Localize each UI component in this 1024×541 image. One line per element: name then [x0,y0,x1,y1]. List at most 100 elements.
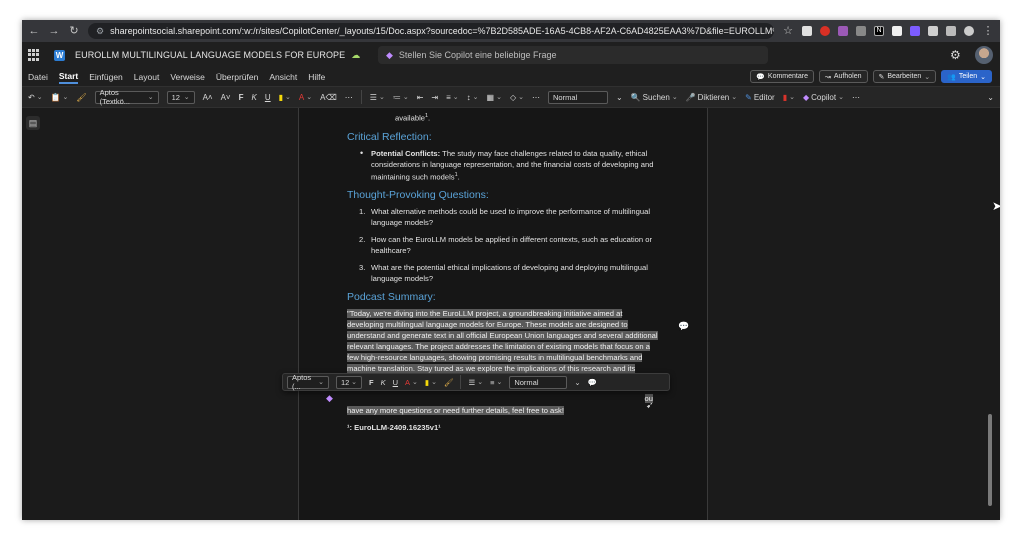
align-icon[interactable]: ≡ ⌄ [490,378,502,387]
list-item[interactable]: Potential Conflicts: The study may face … [360,148,659,183]
closing-paragraph[interactable]: ou have any more questions or need furth… [347,394,659,416]
style-select[interactable]: Normal [548,90,608,104]
extension-icon[interactable] [820,26,830,36]
back-icon[interactable]: ← [28,20,40,42]
addin-icon[interactable]: ▮ ⌄ [783,93,795,102]
shading-icon[interactable]: ◇ ⌄ [510,93,524,102]
vertical-scrollbar[interactable] [988,414,992,506]
undo-icon[interactable]: ↶ ⌄ [28,93,43,102]
site-settings-icon[interactable]: ⚙ [96,26,104,37]
editor-button[interactable]: ✎ Editor [745,93,775,102]
add-comment-icon[interactable]: 💬 [678,321,689,332]
tab-ueberpruefen[interactable]: Überprüfen [216,72,259,82]
clear-format-icon[interactable]: A⌫ [320,93,337,102]
format-painter-icon[interactable]: 🖌 [76,93,86,102]
borders-icon[interactable]: ▦ ⌄ [487,93,502,102]
sidepanel-icon[interactable] [946,26,956,36]
document-page[interactable]: available1. Critical Reflection: Potenti… [298,108,708,520]
copilot-button[interactable]: ◆ Copilot ⌄ [803,93,844,102]
font-size-select[interactable]: 12 ⌄ [336,375,362,389]
paragraph-fragment[interactable]: available1. [347,111,659,124]
chevron-down-icon[interactable]: ⌄ [987,93,994,102]
document-title[interactable]: EUROLLM MULTILINGUAL LANGUAGE MODELS FOR… [75,50,345,60]
more-menu-icon[interactable]: ⋮ [982,20,994,42]
forward-icon[interactable]: → [48,20,60,42]
more-icon[interactable]: ⋯ [345,93,353,102]
notion-icon[interactable]: N [874,26,884,36]
numbering-icon[interactable]: ≔ ⌄ [393,93,409,102]
format-painter-icon[interactable]: 🖌 [444,378,454,387]
profile-icon[interactable] [964,26,974,36]
list-item[interactable]: 1. What alternative methods could be used… [359,206,659,228]
extension-icon[interactable] [856,26,866,36]
heading-podcast-summary[interactable]: Podcast Summary: [347,292,659,303]
font-color-icon[interactable]: A ⌄ [405,378,418,387]
font-size-select[interactable]: 12 ⌄ [166,90,195,104]
extension-icon[interactable] [838,26,848,36]
list-item[interactable]: 2. How can the EuroLLM models be applied … [359,234,659,256]
style-select[interactable]: Normal [509,375,568,389]
extension-icon[interactable] [892,26,902,36]
dictate-button[interactable]: 🎤 Diktieren ⌄ [686,93,737,102]
find-button[interactable]: 🔍 Suchen ⌄ [631,93,678,102]
chevron-down-icon[interactable]: ⌄ [616,93,623,102]
tab-ansicht[interactable]: Ansicht [269,72,297,82]
list-item[interactable]: 3. What are the potential ethical implica… [359,262,659,284]
footnote[interactable]: ¹: EuroLLM-2409.16235v1¹ [347,422,659,433]
tab-einfuegen[interactable]: Einfügen [89,72,123,82]
numbered-list: 1. What alternative methods could be used… [347,206,659,284]
avatar[interactable] [975,46,993,64]
italic-button[interactable]: K [252,93,257,102]
indent-icon[interactable]: ⇥ [431,93,438,102]
mouse-pointer-icon: ➤ [992,199,1000,213]
tab-start[interactable]: Start [58,71,79,84]
copilot-icon[interactable]: ◆ [326,393,336,403]
font-color-icon[interactable]: A ⌄ [299,93,312,102]
bullets-icon[interactable]: ☰ ⌄ [370,93,385,102]
more-icon[interactable]: ⋯ [532,93,540,102]
align-icon[interactable]: ≡ ⌄ [446,93,459,102]
ribbon-tabs: Datei Start Einfügen Layout Verweise Übe… [22,68,1000,86]
saved-status-icon: ☁ [351,49,361,60]
tab-layout[interactable]: Layout [134,72,160,82]
extensions-puzzle-icon[interactable] [928,26,938,36]
tab-verweise[interactable]: Verweise [170,72,205,82]
extension-icon[interactable] [910,26,920,36]
new-comment-icon[interactable]: 💬 [588,378,597,387]
bold-button[interactable]: F [369,378,374,387]
italic-button[interactable]: K [381,378,386,387]
outdent-icon[interactable]: ⇤ [417,93,424,102]
bookmark-star-icon[interactable]: ☆ [782,20,794,42]
shrink-font-icon[interactable]: A˅ [221,93,231,102]
more-icon[interactable]: ⋯ [852,93,860,102]
underline-button[interactable]: U [393,378,398,387]
editing-mode-button[interactable]: ✎ Bearbeiten ⌄ [872,70,937,83]
font-family-select[interactable]: Aptos (Textkö... ⌄ [94,88,159,106]
comments-button[interactable]: 💬 Kommentare [750,70,814,83]
clipboard-icon[interactable]: 📋 ⌄ [51,93,69,102]
heading-thought-questions[interactable]: Thought-Provoking Questions: [347,190,659,201]
highlight-icon[interactable]: ▮ ⌄ [279,93,291,102]
line-spacing-icon[interactable]: ↕ ⌄ [467,93,479,102]
chevron-down-icon[interactable]: ⌄ [574,378,580,387]
gear-icon[interactable]: ⚙ [950,48,961,62]
underline-button[interactable]: U [265,93,271,102]
navigation-pane-icon[interactable]: ▤ [26,116,40,130]
reload-icon[interactable]: ↻ [68,20,80,42]
highlight-icon[interactable]: ▮ ⌄ [425,378,437,387]
bold-button[interactable]: F [239,93,244,102]
catchup-button[interactable]: ↝ Aufholen [818,70,868,83]
grow-font-icon[interactable]: A˄ [203,93,213,102]
tab-datei[interactable]: Datei [28,72,48,82]
extension-icon[interactable] [802,26,812,36]
bullets-icon[interactable]: ☰ ⌄ [468,378,483,387]
font-family-select[interactable]: Aptos (... ⌄ [287,373,329,391]
tab-hilfe[interactable]: Hilfe [308,72,325,82]
copilot-search-box[interactable]: ◆ Stellen Sie Copilot eine beliebige Fra… [378,46,768,64]
share-button[interactable]: 👥 Teilen ⌄ [941,70,992,83]
app-window: ← → ↻ ⚙ sharepointsocial.sharepoint.com/… [22,20,1000,520]
address-bar[interactable]: ⚙ sharepointsocial.sharepoint.com/:w:/r/… [88,23,774,39]
app-launcher-icon[interactable] [28,49,40,61]
search-icon: 🔍 [630,92,641,102]
heading-critical-reflection[interactable]: Critical Reflection: [347,131,659,143]
